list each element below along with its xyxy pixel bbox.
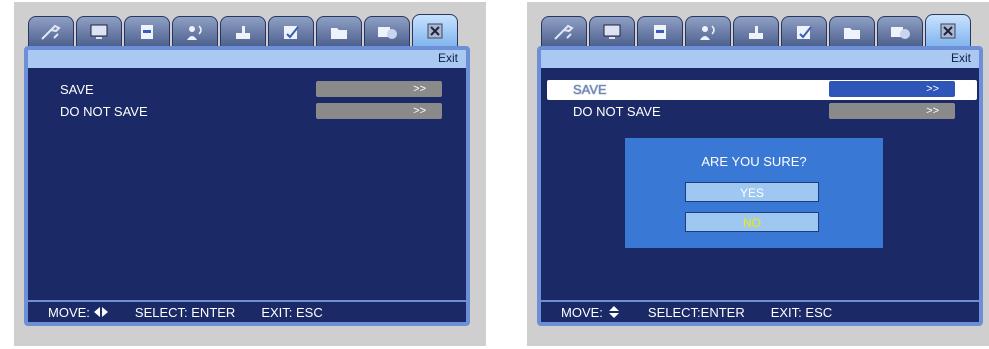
settings-icon <box>797 26 812 39</box>
backup-icon <box>378 27 397 39</box>
no-button[interactable]: NO <box>685 212 819 232</box>
tab-exit[interactable] <box>412 14 458 47</box>
menu-item-save[interactable]: SAVE >> <box>547 80 977 100</box>
tab-tools[interactable] <box>541 16 587 47</box>
yes-button[interactable]: YES <box>685 182 819 202</box>
tab-settings[interactable] <box>268 16 314 47</box>
menu-screen-left: Exit SAVE >> DO NOT SAVE >> MOVE: SELECT… <box>14 2 486 346</box>
tab-bar <box>541 14 971 48</box>
save-arrow-button[interactable]: >> <box>829 81 955 97</box>
menu-item-label: DO NOT SAVE <box>60 104 148 119</box>
status-bar: MOVE: SELECT: ENTER EXIT: ESC <box>28 300 466 322</box>
device-icon <box>749 26 763 39</box>
menu-item-save[interactable]: SAVE >> <box>34 80 464 100</box>
tab-bar <box>28 14 458 48</box>
tab-display[interactable] <box>76 16 122 47</box>
tab-tools[interactable] <box>28 16 74 47</box>
exit-strip: Exit <box>28 50 466 68</box>
folder-icon <box>844 28 860 39</box>
exit-label: Exit <box>950 51 971 65</box>
network-icon <box>700 25 715 40</box>
up-down-arrow-icon <box>608 306 619 318</box>
menu-item-label: SAVE <box>573 82 607 97</box>
tab-settings[interactable] <box>781 16 827 47</box>
menu-item-label: DO NOT SAVE <box>573 104 661 119</box>
network-icon <box>187 25 202 40</box>
record-icon <box>141 25 153 39</box>
tab-backup[interactable] <box>877 16 923 47</box>
close-icon <box>427 23 443 39</box>
tab-backup[interactable] <box>364 16 410 47</box>
backup-icon <box>891 27 910 39</box>
menu-frame: Exit SAVE >> DO NOT SAVE >> MOVE: SELECT… <box>24 46 470 326</box>
tab-device[interactable] <box>220 16 266 47</box>
folder-icon <box>331 28 347 39</box>
tab-exit[interactable] <box>925 14 971 47</box>
menu-item-label: SAVE <box>60 82 94 97</box>
record-icon <box>654 25 666 39</box>
monitor-icon <box>90 24 108 39</box>
tab-folder[interactable] <box>829 16 875 47</box>
tab-network[interactable] <box>172 16 218 47</box>
menu-item-do-not-save[interactable]: DO NOT SAVE >> <box>547 102 977 122</box>
status-exit: EXIT: ESC <box>261 304 323 320</box>
do-not-save-arrow-button[interactable]: >> <box>829 103 955 119</box>
tab-record[interactable] <box>637 16 683 47</box>
status-select: SELECT: ENTER <box>134 304 236 320</box>
monitor-icon <box>603 24 621 39</box>
tab-display[interactable] <box>589 16 635 47</box>
close-icon <box>940 23 956 39</box>
status-exit: EXIT: ESC <box>770 304 833 320</box>
status-move: MOVE: <box>48 305 109 320</box>
tab-device[interactable] <box>733 16 779 47</box>
tab-folder[interactable] <box>316 16 362 47</box>
tools-icon <box>41 24 61 40</box>
tab-record[interactable] <box>124 16 170 47</box>
tab-network[interactable] <box>685 16 731 47</box>
status-select: SELECT:ENTER <box>647 304 745 320</box>
menu-screen-right: Exit SAVE >> DO NOT SAVE >> ARE YOU SURE… <box>527 2 989 346</box>
exit-strip: Exit <box>541 50 979 68</box>
tools-icon <box>554 24 574 40</box>
settings-icon <box>284 26 299 39</box>
exit-label: Exit <box>437 51 458 65</box>
device-icon <box>236 26 250 39</box>
menu-frame: Exit SAVE >> DO NOT SAVE >> ARE YOU SURE… <box>537 46 983 326</box>
left-right-arrow-icon <box>93 307 108 317</box>
menu-item-do-not-save[interactable]: DO NOT SAVE >> <box>34 102 464 122</box>
dialog-title: ARE YOU SURE? <box>701 154 807 169</box>
save-arrow-button[interactable]: >> <box>316 81 442 97</box>
status-bar: MOVE: SELECT:ENTER EXIT: ESC <box>541 300 979 322</box>
status-move: MOVE: <box>561 305 622 320</box>
confirm-dialog: ARE YOU SURE? YES NO <box>625 138 883 248</box>
do-not-save-arrow-button[interactable]: >> <box>316 103 442 119</box>
